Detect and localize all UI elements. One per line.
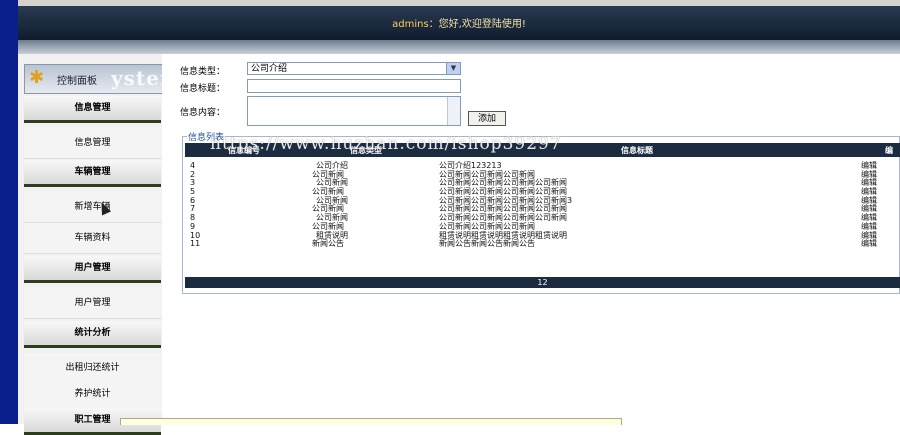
edit-link[interactable]: 编辑 (861, 161, 877, 170)
table-row: 8 公司新闻 公司新闻公司新闻公司新闻公司新闻 编辑 (190, 213, 877, 223)
table-row: 10 租赁说明 租赁说明租赁说明租赁说明租赁说明 编辑 (190, 230, 877, 240)
sidebar-item-maintenance-stats[interactable]: 养护统计 (24, 379, 161, 410)
table-row: 3 公司新闻 公司新闻公司新闻公司新闻公司新闻 编辑 (190, 178, 877, 188)
main-content: 信息类型： 公司介绍 ▼ 信息标题： 信息内容： 添加 信息列表 信息编号 信息… (162, 54, 900, 424)
gear-icon: ✱ (29, 67, 45, 88)
welcome-text: ：您好,欢迎登陆使用! (428, 19, 526, 30)
sidebar-item-add-vehicle[interactable]: 新增车辆 (24, 192, 161, 223)
info-type-value: 公司介绍 (251, 64, 288, 74)
textarea-scrollbar[interactable] (447, 97, 460, 125)
sidebar: ✱ 控制面板 ystem 信息管理 信息管理 车辆管理 新增车辆 车辆资料 用户… (18, 54, 181, 435)
edit-link[interactable]: 编辑 (861, 187, 877, 196)
add-button[interactable]: 添加 (468, 111, 506, 126)
chevron-down-icon[interactable]: ▼ (446, 63, 460, 74)
edit-link[interactable]: 编辑 (861, 213, 877, 222)
control-panel-logo[interactable]: ✱ 控制面板 ystem (24, 64, 181, 94)
content-textarea[interactable] (247, 96, 461, 126)
sidebar-heading-info[interactable]: 信息管理 (24, 96, 161, 123)
table-row: 11 新闻公告 新闻公告新闻公告新闻公告 编辑 (190, 239, 877, 249)
sidebar-item-info-manage[interactable]: 信息管理 (24, 128, 161, 159)
sidebar-heading-stats[interactable]: 统计分析 (24, 321, 161, 348)
table-row: 4 公司介绍 公司介绍123213 编辑 (190, 161, 877, 170)
table-row: 5 公司新闻 公司新闻公司新闻公司新闻公司新闻 编辑 (190, 187, 877, 197)
url-watermark: https://www.huzhan.com/ishop39297 (210, 134, 562, 154)
content-label: 信息内容： (180, 108, 226, 118)
table-row: 7 公司新闻 公司新闻公司新闻公司新闻公司新闻 编辑 (190, 204, 877, 214)
col-title: 信息标题 (621, 146, 653, 155)
title-label: 信息标题： (180, 84, 226, 94)
edit-link[interactable]: 编辑 (861, 222, 877, 231)
col-action: 编 (885, 146, 893, 155)
page-number[interactable]: 12 (537, 278, 547, 287)
sidebar-item-user-manage[interactable]: 用户管理 (24, 288, 161, 319)
type-label: 信息类型： (180, 67, 226, 77)
control-panel-label: 控制面板 (57, 76, 97, 87)
table-row: 9 公司新闻 公司新闻公司新闻公司新闻 编辑 (190, 221, 877, 231)
header-divider (18, 40, 900, 54)
top-header: admins：您好,欢迎登陆使用! (18, 6, 900, 40)
info-type-select[interactable]: 公司介绍 ▼ (247, 62, 461, 75)
table-body: 4 公司介绍 公司介绍123213 编辑 2 公司新闻 公司新闻公司新闻公司新闻… (185, 161, 900, 248)
username: admins (392, 19, 429, 30)
sidebar-item-vehicle-info[interactable]: 车辆资料 (24, 223, 161, 254)
pagination-footer: 12 (185, 277, 900, 288)
sidebar-heading-vehicle[interactable]: 车辆管理 (24, 160, 161, 187)
window-edge (0, 0, 18, 424)
title-input[interactable] (247, 79, 461, 93)
sidebar-heading-user[interactable]: 用户管理 (24, 256, 161, 283)
edit-link[interactable]: 编辑 (861, 239, 877, 248)
